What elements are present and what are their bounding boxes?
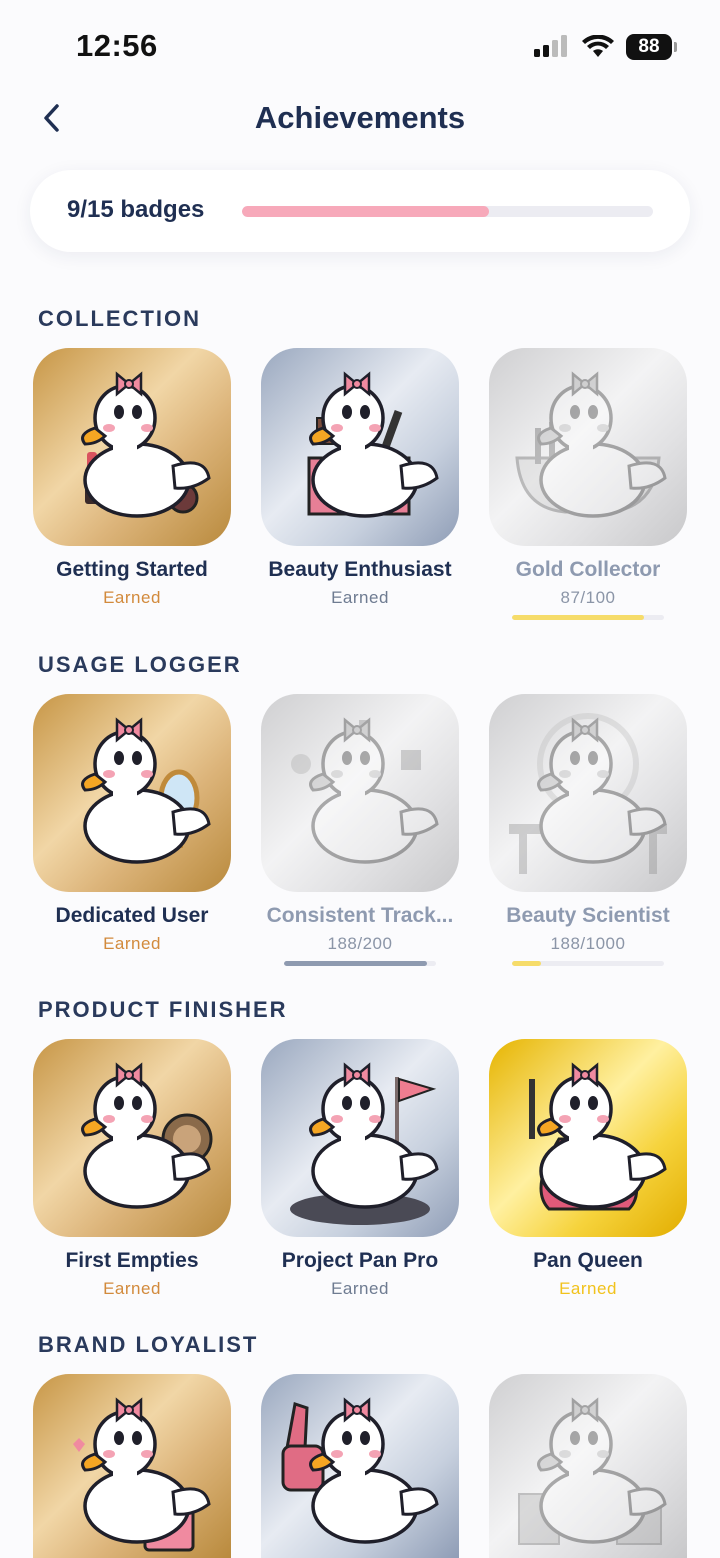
duck-empty-compact-icon (81, 1062, 213, 1209)
duck-juggling-icon (291, 717, 439, 864)
cellular-signal-icon (534, 35, 567, 57)
badge-progress-bar (242, 206, 653, 217)
badge-status: Earned (103, 1279, 161, 1298)
section-title: BRAND LOYALIST (38, 1332, 259, 1357)
badge-image (489, 694, 687, 892)
badge-progress-fill (512, 615, 645, 620)
badge-status: Earned (559, 1279, 617, 1298)
badge-progress-fill (242, 206, 489, 217)
status-bar: 12:56 88 (0, 0, 720, 90)
badge-card[interactable]: First Empties Earned (33, 1039, 231, 1298)
badge-status: 87/100 (560, 588, 616, 607)
badge-image (33, 348, 231, 546)
duck-vanity-icon (509, 713, 667, 874)
badge-name: Pan Queen (533, 1249, 643, 1272)
status-icons: 88 (534, 34, 677, 60)
badge-card[interactable]: Beauty Scientist 188/1000 (489, 694, 687, 966)
badge-card[interactable]: Dedicated User Earned (33, 694, 231, 953)
badge-status: Earned (331, 1279, 389, 1298)
badge-progress-bar (512, 961, 664, 966)
badge-image (489, 348, 687, 546)
badge-name: First Empties (65, 1249, 199, 1272)
badge-image (489, 1039, 687, 1237)
badge-name: Dedicated User (55, 904, 209, 927)
badge-card[interactable]: Pan Queen Earned (489, 1039, 687, 1298)
badge-status: 188/200 (327, 934, 393, 953)
badge-image (261, 1039, 459, 1237)
wifi-icon (582, 35, 614, 57)
badge-name: Project Pan Pro (281, 1249, 439, 1272)
badge-name: Beauty Scientist (506, 904, 670, 927)
badge-status: 188/1000 (550, 934, 626, 953)
duck-bathtub-icon (515, 371, 667, 518)
badge-image (261, 1374, 459, 1558)
badge-progress-bar (284, 961, 436, 966)
duck-shopping-bag-icon (73, 1397, 211, 1552)
badge-card[interactable]: Getting Started Earned (33, 348, 231, 607)
duck-vip-icon (518, 1397, 667, 1545)
section-title: PRODUCT FINISHER (38, 997, 288, 1022)
status-time: 12:56 (76, 28, 158, 63)
badge-card[interactable]: Consistent Track... 188/200 (261, 694, 459, 966)
battery-icon: 88 (626, 34, 677, 60)
duck-lipstick-icon (81, 371, 211, 518)
badge-card[interactable]: Gold Collector 87/100 (489, 348, 687, 620)
duck-foam-finger-icon (281, 1397, 439, 1544)
badge-image (33, 1039, 231, 1237)
badge-card[interactable] (33, 1374, 231, 1558)
badge-progress-card: 9/15 badges (30, 170, 690, 252)
duck-mirror-icon (81, 717, 211, 864)
page-title: Achievements (254, 100, 466, 135)
badge-progress-bar (512, 615, 664, 620)
badge-status: Earned (331, 588, 389, 607)
badge-status: Earned (103, 588, 161, 607)
badge-image (33, 694, 231, 892)
badge-image (33, 1374, 231, 1558)
badge-progress-label: 9/15 badges (67, 196, 205, 223)
badge-card[interactable]: Beauty Enthusiast Earned (261, 348, 459, 607)
badge-progress-fill (512, 961, 541, 966)
badge-name: Getting Started (56, 558, 208, 581)
badge-image (261, 348, 459, 546)
badge-image (489, 1374, 687, 1558)
badge-image (261, 694, 459, 892)
badge-card[interactable] (489, 1374, 687, 1558)
duck-flag-icon (290, 1062, 439, 1225)
duck-makeup-box-icon (307, 371, 439, 518)
section-title: COLLECTION (38, 306, 201, 331)
navigation-bar: Achievements (0, 90, 720, 146)
badge-status: Earned (103, 934, 161, 953)
badge-progress-fill (284, 961, 427, 966)
duck-superhero-icon (529, 1062, 667, 1211)
section-title: USAGE LOGGER (38, 652, 242, 677)
badge-card[interactable]: Project Pan Pro Earned (261, 1039, 459, 1298)
badge-name: Gold Collector (515, 558, 661, 581)
badge-card[interactable] (261, 1374, 459, 1558)
badge-name: Consistent Track... (266, 904, 454, 927)
badge-name: Beauty Enthusiast (268, 558, 452, 581)
